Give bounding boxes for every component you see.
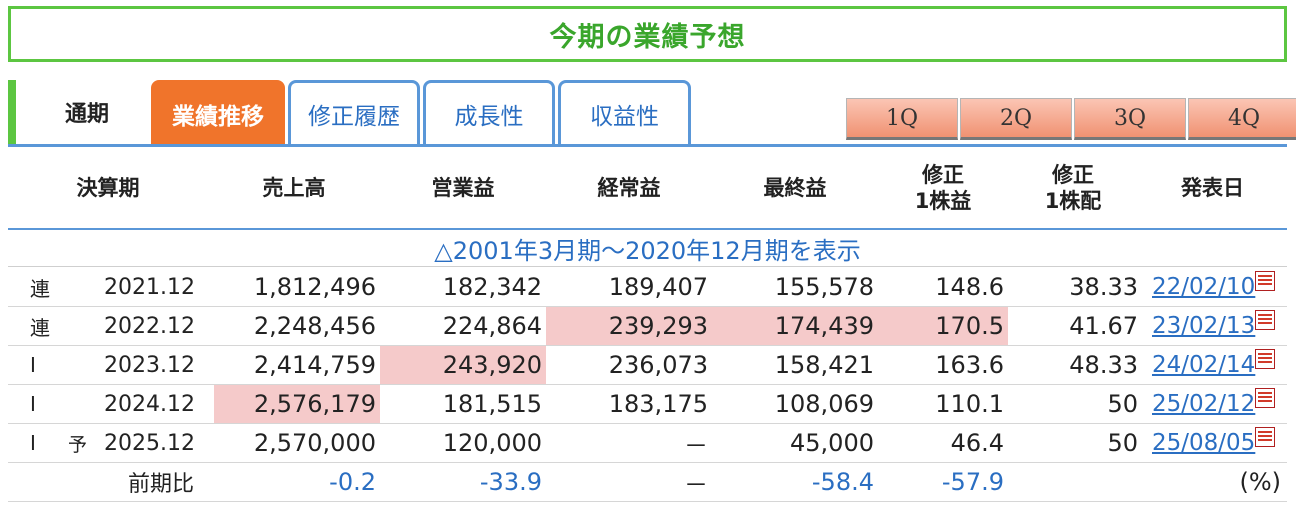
- row-sales: 2,576,179: [214, 385, 380, 423]
- comparison-operating-profit: -33.9: [479, 468, 542, 496]
- row-eps: 163.6: [935, 351, 1004, 379]
- section-title: 今期の業績予想: [549, 21, 746, 53]
- tab-underline: [8, 144, 1287, 147]
- row-operating-profit: 120,000: [442, 429, 542, 457]
- row-period: 2025.12: [104, 430, 195, 456]
- row-forecast-mark: [68, 307, 98, 345]
- tab-bar-marker: [8, 80, 16, 144]
- header-ordinary-profit: 経常益: [597, 175, 661, 200]
- row-operating-profit: 224,864: [442, 312, 542, 340]
- row-net-profit: 155,578: [774, 273, 874, 301]
- row-eps: 110.1: [935, 390, 1004, 418]
- quarter-4q-button[interactable]: 4Q: [1188, 98, 1296, 140]
- announce-date-link[interactable]: 25/08/05: [1152, 430, 1255, 456]
- header-dps: 修正 1株配: [1044, 162, 1102, 213]
- quarter-buttons: 1Q 2Q 3Q 4Q: [846, 98, 1296, 140]
- row-ordinary-profit: 189,407: [608, 273, 708, 301]
- row-dps: 48.33: [1069, 351, 1138, 379]
- pdf-icon[interactable]: [1255, 310, 1276, 330]
- row-forecast-mark: [68, 268, 98, 306]
- pdf-icon[interactable]: [1255, 388, 1276, 408]
- row-announce-date[interactable]: 24/02/14: [1152, 346, 1287, 384]
- pdf-icon[interactable]: [1255, 427, 1276, 447]
- tab-growth[interactable]: 成長性: [423, 80, 555, 144]
- header-announce-date: 発表日: [1181, 175, 1244, 200]
- row-type: I: [30, 431, 36, 455]
- row-forecast-mark: [68, 385, 98, 423]
- header-operating-profit: 営業益: [431, 175, 495, 200]
- row-announce-date[interactable]: 25/02/12: [1152, 385, 1287, 423]
- history-divider: [8, 266, 1287, 267]
- row-forecast-mark: [68, 346, 98, 384]
- row-announce-date[interactable]: 23/02/13: [1152, 307, 1287, 345]
- comparison-unit: (%): [1239, 468, 1281, 496]
- table-row: 連 2021.12 1,812,496 182,342 189,407 155,…: [8, 268, 1287, 307]
- row-dps: 38.33: [1069, 273, 1138, 301]
- row-eps: 170.5: [878, 307, 1008, 345]
- row-operating-profit: 181,515: [442, 390, 542, 418]
- tab-performance-trend[interactable]: 業績推移: [151, 80, 285, 144]
- announce-date-link[interactable]: 24/02/14: [1152, 352, 1255, 378]
- row-period: 2022.12: [104, 313, 195, 339]
- row-ordinary-profit: －: [684, 431, 708, 460]
- announce-date-link[interactable]: 23/02/13: [1152, 313, 1255, 339]
- row-operating-profit: 182,342: [442, 273, 542, 301]
- tab-profitability[interactable]: 収益性: [558, 80, 691, 144]
- row-eps: 148.6: [935, 273, 1004, 301]
- table-row: I 予 2025.12 2,570,000 120,000 － 45,000 4…: [8, 424, 1287, 463]
- row-type: I: [30, 353, 36, 377]
- pdf-icon[interactable]: [1255, 271, 1276, 291]
- comparison-ordinary-profit: －: [684, 470, 708, 499]
- section-title-box: 今期の業績予想: [8, 6, 1287, 62]
- tab-bar: 通期 業績推移 修正履歴 成長性 収益性 1Q 2Q 3Q 4Q: [8, 78, 1296, 144]
- row-sales: 1,812,496: [253, 273, 376, 301]
- row-sales: 2,248,456: [253, 312, 376, 340]
- quarter-1q-button[interactable]: 1Q: [846, 98, 958, 140]
- pdf-icon[interactable]: [1255, 349, 1276, 369]
- comparison-net-profit: -58.4: [811, 468, 874, 496]
- table-row: 連 2022.12 2,248,456 224,864 239,293 174,…: [8, 307, 1287, 346]
- row-ordinary-profit: 239,293: [546, 307, 712, 345]
- header-sales: 売上高: [262, 175, 326, 200]
- comparison-row: 前期比 -0.2 -33.9 － -58.4 -57.9 (%): [8, 463, 1287, 502]
- row-announce-date[interactable]: 22/02/10: [1152, 268, 1287, 306]
- row-eps: 46.4: [950, 429, 1004, 457]
- table-row: I 2024.12 2,576,179 181,515 183,175 108,…: [8, 385, 1287, 424]
- row-period: 2023.12: [104, 352, 195, 378]
- row-operating-profit: 243,920: [380, 346, 546, 384]
- tab-full-year[interactable]: 通期: [26, 80, 148, 144]
- table-header: 決算期 売上高 営業益 経常益 最終益 修正 1株益 修正 1株配 発表日: [8, 148, 1287, 228]
- table-row: I 2023.12 2,414,759 243,920 236,073 158,…: [8, 346, 1287, 385]
- header-eps: 修正 1株益: [914, 162, 972, 213]
- row-net-profit: 174,439: [712, 307, 878, 345]
- row-dps: 50: [1107, 390, 1138, 418]
- announce-date-link[interactable]: 25/02/12: [1152, 391, 1255, 417]
- header-period: 決算期: [76, 175, 140, 200]
- quarter-3q-button[interactable]: 3Q: [1074, 98, 1186, 140]
- row-ordinary-profit: 183,175: [608, 390, 708, 418]
- comparison-label: 前期比: [128, 472, 195, 497]
- row-dps: 41.67: [1069, 312, 1138, 340]
- row-type: I: [30, 392, 36, 416]
- row-announce-date[interactable]: 25/08/05: [1152, 424, 1287, 462]
- row-net-profit: 158,421: [774, 351, 874, 379]
- row-period: 2021.12: [104, 274, 195, 300]
- row-sales: 2,414,759: [253, 351, 376, 379]
- tab-revision-history[interactable]: 修正履歴: [288, 80, 420, 144]
- show-history-link[interactable]: △2001年3月期～2020年12月期を表示: [8, 231, 1287, 265]
- announce-date-link[interactable]: 22/02/10: [1152, 274, 1255, 300]
- comparison-eps: -57.9: [941, 468, 1004, 496]
- row-dps: 50: [1107, 429, 1138, 457]
- row-type: 連: [30, 315, 50, 340]
- row-net-profit: 45,000: [790, 429, 874, 457]
- row-sales: 2,570,000: [253, 429, 376, 457]
- row-period: 2024.12: [104, 391, 195, 417]
- row-forecast-mark: 予: [68, 433, 88, 456]
- comparison-sales: -0.2: [329, 468, 376, 496]
- header-net-profit: 最終益: [763, 175, 827, 200]
- row-type: 連: [30, 276, 50, 301]
- quarter-2q-button[interactable]: 2Q: [960, 98, 1072, 140]
- row-net-profit: 108,069: [774, 390, 874, 418]
- row-ordinary-profit: 236,073: [608, 351, 708, 379]
